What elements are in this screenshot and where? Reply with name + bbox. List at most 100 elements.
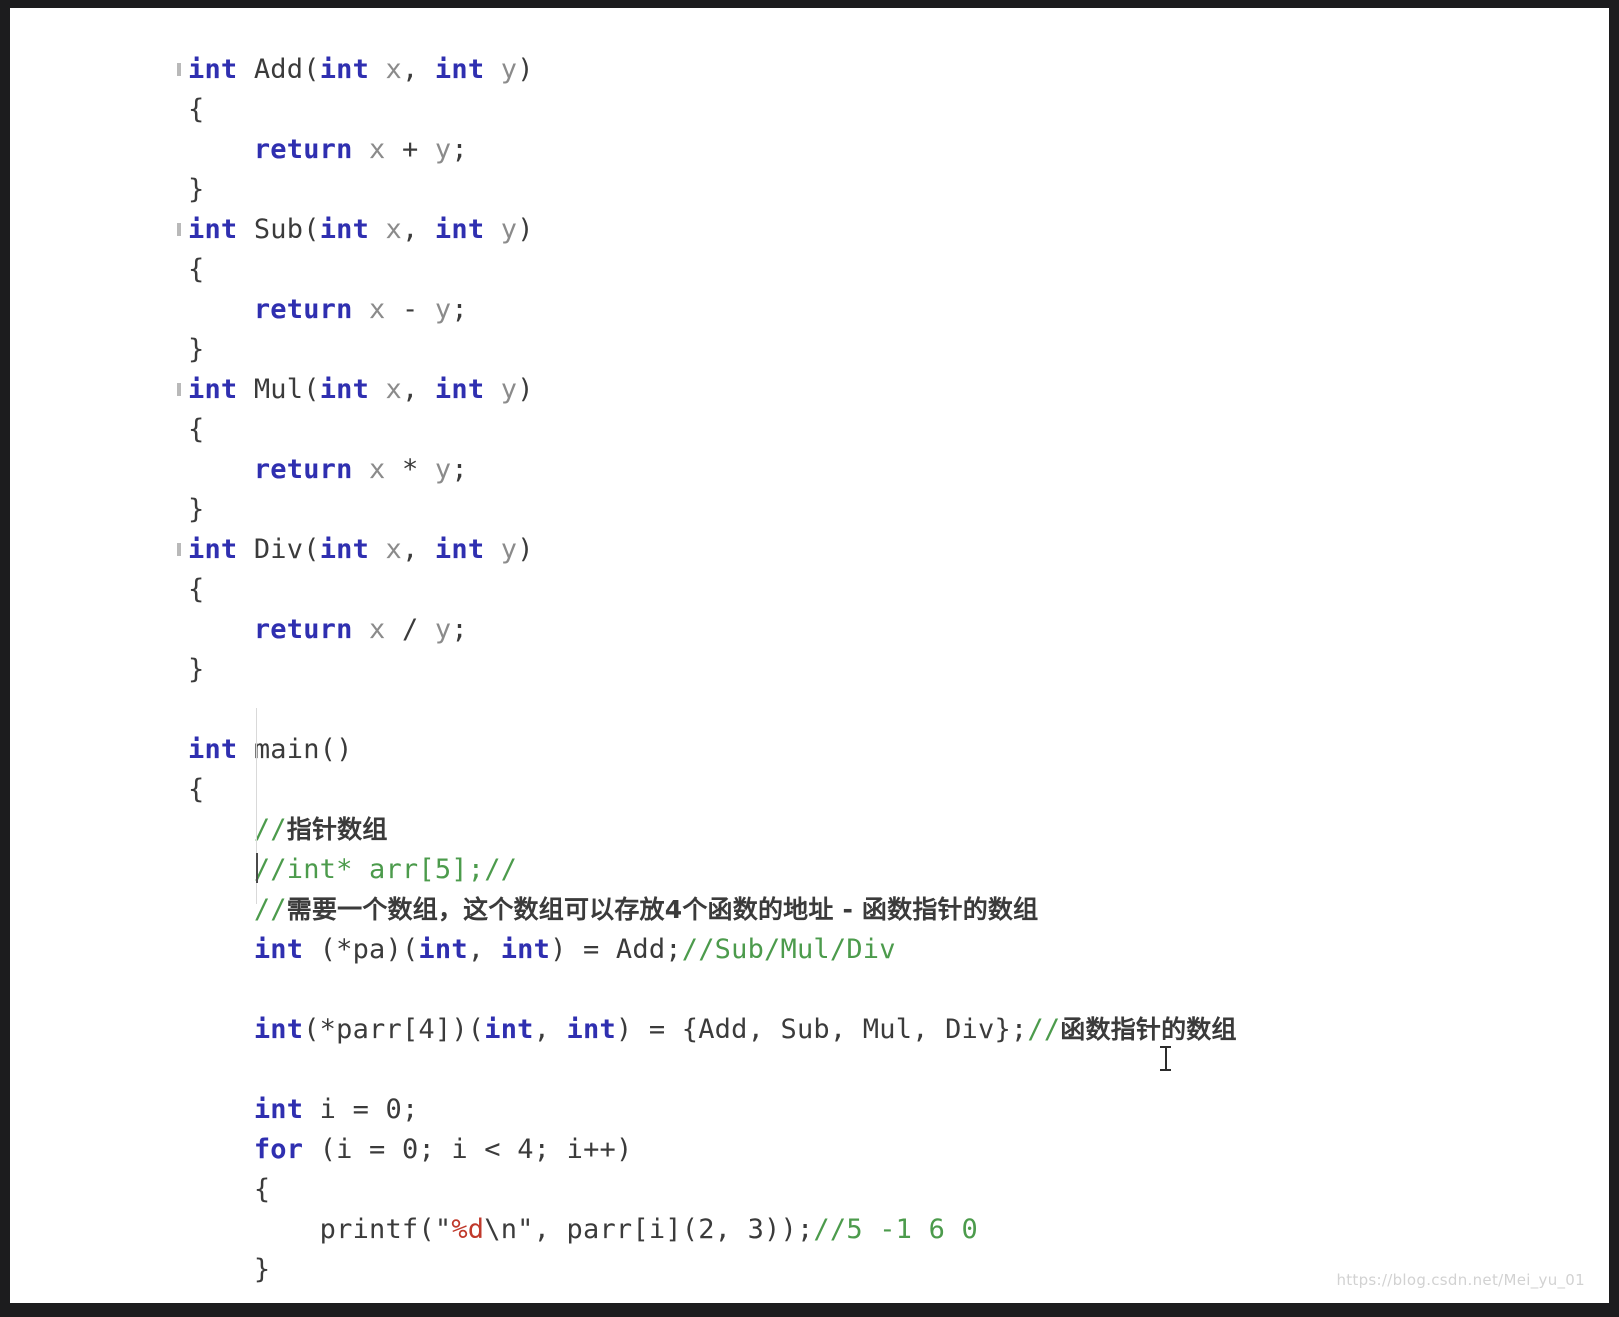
code-token-punc xyxy=(188,294,254,325)
code-token-dim: y xyxy=(434,294,452,325)
code-line[interactable]: { xyxy=(188,570,1609,610)
gutter-marker-icon xyxy=(177,543,181,556)
code-token-punc: )( xyxy=(385,934,419,965)
code-line[interactable]: return x - y; xyxy=(188,290,1609,330)
code-line[interactable]: } xyxy=(188,650,1609,690)
code-line[interactable]: return x / y; xyxy=(188,610,1609,650)
code-line[interactable]: int Add(int x, int y) xyxy=(177,50,1609,90)
code-line[interactable]: { xyxy=(188,410,1609,450)
code-line[interactable]: int Sub(int x, int y) xyxy=(177,210,1609,250)
code-line[interactable]: int(*parr[4])(int, int) = {Add, Sub, Mul… xyxy=(188,1010,1609,1050)
code-token-punc: , xyxy=(402,534,435,565)
code-line[interactable]: //int* arr[5];// xyxy=(188,850,1609,890)
code-line[interactable]: return x * y; xyxy=(188,450,1609,490)
code-line[interactable]: } xyxy=(188,170,1609,210)
code-token-punc: { xyxy=(188,774,205,805)
code-line[interactable]: { xyxy=(188,1170,1609,1210)
code-token-id: i xyxy=(336,1134,353,1165)
code-token-punc: }; xyxy=(994,1014,1028,1045)
code-line[interactable]: int (*pa)(int, int) = Add;//Sub/Mul/Div xyxy=(188,930,1609,970)
code-token-kw: int xyxy=(434,54,485,85)
code-token-punc xyxy=(188,814,254,845)
code-token-punc: } xyxy=(188,334,205,365)
code-token-punc xyxy=(303,1094,319,1125)
code-line[interactable]: } xyxy=(188,490,1609,530)
code-token-kw: int xyxy=(434,374,485,405)
code-token-kw: int xyxy=(566,1014,616,1045)
code-token-punc: { xyxy=(188,414,205,445)
code-token-punc: ; xyxy=(533,1134,567,1165)
code-token-kw: int xyxy=(434,534,485,565)
code-token-punc: ) xyxy=(517,54,534,85)
code-line[interactable]: //指针数组 xyxy=(188,810,1609,850)
code-line[interactable]: int Mul(int x, int y) xyxy=(177,370,1609,410)
code-token-id: parr xyxy=(336,1014,402,1045)
code-token-dim: x xyxy=(385,54,402,85)
code-token-punc: ; xyxy=(418,1134,452,1165)
code-token-punc: ) xyxy=(517,374,534,405)
code-token-dim: x xyxy=(385,534,402,565)
code-token-punc: ) = xyxy=(550,934,616,965)
code-token-punc: ) = { xyxy=(615,1014,699,1045)
code-token-punc xyxy=(188,854,254,885)
code-token-dim: y xyxy=(500,374,518,405)
code-token-punc xyxy=(484,214,500,245)
code-token-id: printf xyxy=(319,1214,419,1245)
code-token-punc: , xyxy=(829,1014,863,1045)
code-token-punc: ( xyxy=(303,214,320,245)
code-token-dim: x xyxy=(385,374,402,405)
code-token-dim: y xyxy=(434,614,452,645)
code-token-punc: (* xyxy=(303,1014,337,1045)
code-token-dim: y xyxy=(434,454,452,485)
code-token-punc: } xyxy=(188,174,205,205)
code-token-kw: int xyxy=(188,734,238,765)
code-token-id: i xyxy=(566,1134,584,1165)
code-token-punc: ; xyxy=(451,134,468,165)
code-line[interactable]: { xyxy=(188,770,1609,810)
code-token-kw: int xyxy=(188,214,238,245)
code-token-punc: (" xyxy=(418,1214,452,1245)
code-line[interactable]: //需要一个数组，这个数组可以存放4个函数的地址 - 函数指针的数组 xyxy=(188,890,1609,930)
code-token-id: Div xyxy=(945,1014,995,1045)
code-token-punc: ++) xyxy=(583,1134,633,1165)
code-token-punc xyxy=(353,614,369,645)
code-line[interactable]: printf("%d\n", parr[i](2, 3));//5 -1 6 0 xyxy=(188,1210,1609,1250)
code-token-id: i xyxy=(648,1214,666,1245)
code-token-punc: } xyxy=(188,494,205,525)
code-token-punc xyxy=(188,894,254,925)
gutter-marker-icon xyxy=(177,383,181,396)
code-line[interactable] xyxy=(188,690,1609,730)
code-token-kw: int xyxy=(188,374,238,405)
code-token-punc xyxy=(369,54,385,85)
code-token-punc: - xyxy=(385,294,435,325)
code-line[interactable]: { xyxy=(188,90,1609,130)
code-line[interactable]: int i = 0; xyxy=(188,1090,1609,1130)
code-token-num: 0 xyxy=(401,1134,419,1165)
code-line[interactable] xyxy=(188,1050,1609,1090)
code-line[interactable]: int Div(int x, int y) xyxy=(177,530,1609,570)
code-token-kw: int xyxy=(484,1014,534,1045)
code-token-punc xyxy=(369,534,385,565)
code-token-punc xyxy=(188,454,254,485)
code-line[interactable]: for (i = 0; i < 4; i++) xyxy=(188,1130,1609,1170)
code-token-punc xyxy=(484,54,500,85)
code-editor-surface[interactable]: int Add(int x, int y){ return x + y;} int… xyxy=(10,8,1609,1303)
code-token-punc: (* xyxy=(303,934,353,965)
code-token-punc xyxy=(353,294,369,325)
gutter-marker-icon xyxy=(177,223,181,236)
code-token-punc: ](2, 3)); xyxy=(665,1214,814,1245)
code-line[interactable]: { xyxy=(188,250,1609,290)
code-line[interactable] xyxy=(188,1290,1609,1303)
code-line[interactable]: int main() xyxy=(188,730,1609,770)
code-line[interactable]: } xyxy=(188,330,1609,370)
code-line[interactable]: return x + y; xyxy=(188,130,1609,170)
code-token-dim: x xyxy=(369,294,386,325)
text-caret xyxy=(256,853,258,883)
code-listing[interactable]: int Add(int x, int y){ return x + y;} int… xyxy=(177,50,1609,1303)
code-token-punc: ; xyxy=(451,294,468,325)
code-token-punc: [4])( xyxy=(401,1014,485,1045)
code-token-punc xyxy=(369,214,385,245)
code-token-cmt: //Sub/Mul/Div xyxy=(681,934,896,965)
code-token-kw: int xyxy=(188,534,238,565)
code-line[interactable] xyxy=(188,970,1609,1010)
